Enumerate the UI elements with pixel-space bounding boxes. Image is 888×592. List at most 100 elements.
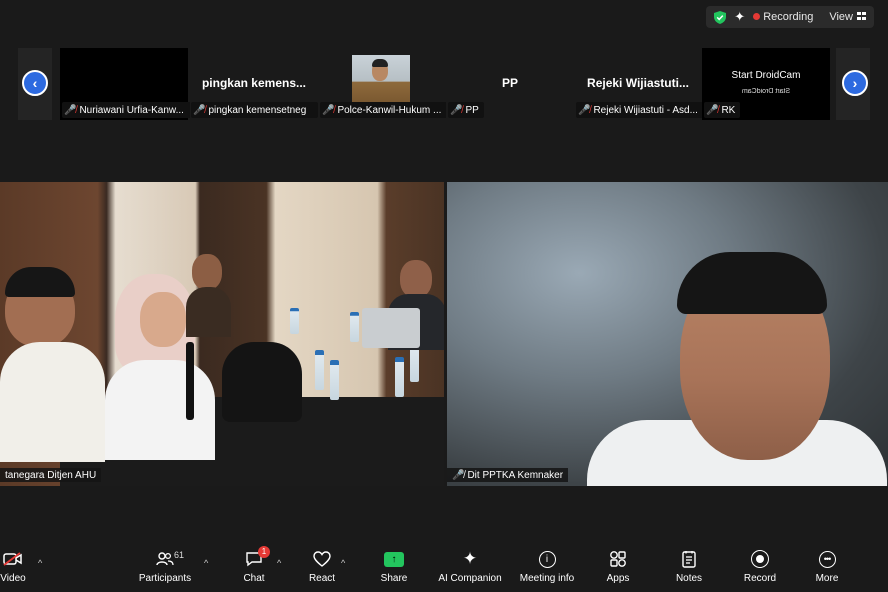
- video-name-label-text: tanegara Ditjen AHU: [5, 469, 97, 481]
- meeting-info-button[interactable]: i Meeting info: [512, 548, 582, 584]
- participant-label: 🎤̸ Nuriawani Urfia-Kanw...: [62, 102, 192, 118]
- ai-companion-sparkle-icon: ✦: [462, 549, 478, 568]
- react-button[interactable]: React: [287, 548, 357, 584]
- participant-label: 🎤̸ Rejeki Wijiastuti - Asd...: [576, 102, 706, 118]
- apps-icon: [583, 548, 653, 570]
- participant-gallery-strip: ‹ 🎤̸ Nuriawani Urfia-Kanw... pingkan keme…: [0, 36, 888, 176]
- mic-muted-icon: 🎤̸: [450, 104, 463, 116]
- view-label: View: [829, 11, 853, 23]
- recording-indicator[interactable]: Recording: [753, 11, 813, 23]
- chevron-left-icon: ‹: [32, 75, 38, 91]
- participant-label-text: Nuriawani Urfia-Kanw...: [79, 104, 184, 116]
- chat-unread-badge: 1: [258, 546, 270, 558]
- more-button[interactable]: ••• More: [792, 548, 862, 584]
- water-bottle: [350, 312, 359, 342]
- video-name-label-text: Dit PPTKA Kemnaker: [467, 469, 564, 481]
- main-video-left[interactable]: tanegara Ditjen AHU: [0, 182, 444, 486]
- microphone: [186, 342, 194, 420]
- record-icon: [751, 550, 769, 568]
- participant-tile-name: Rejeki Wijiastuti...: [587, 76, 689, 90]
- participant-label-text: RK: [721, 104, 736, 116]
- person-shirt: [0, 342, 105, 462]
- more-icon-wrap: •••: [792, 548, 862, 570]
- top-bar: ✦ Recording View: [0, 0, 888, 36]
- gallery-next-button[interactable]: ›: [842, 70, 868, 96]
- chat-label: Chat: [243, 573, 265, 584]
- participant-hair: [372, 59, 388, 67]
- participants-button[interactable]: 61 Participants: [130, 548, 200, 584]
- share-arrow-icon: ↑: [384, 551, 404, 567]
- mic-muted-icon: 🎤̸: [452, 469, 465, 481]
- record-label: Record: [743, 573, 777, 584]
- react-label: React: [308, 573, 336, 584]
- mic-muted-icon: 🎤̸: [578, 104, 591, 116]
- record-button[interactable]: Record: [725, 548, 795, 584]
- info-icon-wrap: i: [512, 548, 582, 570]
- ai-companion-button[interactable]: ✦ AI Companion: [435, 548, 505, 584]
- participant-label: 🎤̸ PP: [448, 102, 484, 118]
- chevron-right-icon: ›: [852, 75, 858, 91]
- notes-button[interactable]: Notes: [654, 548, 724, 584]
- participant-video-thumbnail: [352, 55, 410, 103]
- participant-tile-name: PP: [501, 76, 518, 90]
- video-name-label: tanegara Ditjen AHU: [0, 468, 102, 482]
- participants-options-caret-icon[interactable]: ^: [204, 558, 208, 568]
- chair: [222, 342, 302, 422]
- video-name-label: 🎤̸ Dit PPTKA Kemnaker: [447, 468, 569, 482]
- participants-label: Participants: [138, 573, 192, 584]
- heart-icon: [287, 548, 357, 570]
- apps-button[interactable]: Apps: [583, 548, 653, 584]
- share-button[interactable]: ↑ Share: [359, 548, 429, 584]
- mic-muted-icon: 🎤̸: [193, 104, 206, 116]
- ai-companion-label: AI Companion: [438, 573, 502, 584]
- person-head: [400, 260, 432, 298]
- person-hair: [5, 267, 75, 297]
- share-icon-wrap: ↑: [359, 548, 429, 570]
- laptop: [362, 308, 420, 348]
- meeting-status-pill: ✦ Recording View: [706, 6, 874, 28]
- shield-icon[interactable]: [714, 10, 727, 24]
- info-icon: i: [538, 550, 556, 568]
- ai-sparkle-icon[interactable]: ✦: [734, 9, 745, 25]
- meeting-toolbar: Video ^ 61 Participants ^ 1 Chat ^ React…: [0, 544, 888, 592]
- mic-muted-icon: 🎤̸: [322, 104, 335, 116]
- participants-icon: 61: [130, 548, 200, 570]
- droidcam-overlay-text: Start DroidCam: [731, 70, 801, 81]
- view-button[interactable]: View: [829, 11, 866, 23]
- record-icon-wrap: [725, 548, 795, 570]
- gallery-prev-button[interactable]: ‹: [22, 70, 48, 96]
- participant-label: 🎤̸ RK: [704, 102, 740, 118]
- video-options-caret-icon[interactable]: ^: [38, 558, 42, 568]
- person-face: [140, 292, 186, 347]
- participant-label: 🎤̸ Polce-Kanwil-Hukum ...: [320, 102, 450, 118]
- more-label: More: [815, 573, 839, 584]
- recording-label: Recording: [763, 11, 814, 23]
- video-label: Video: [0, 573, 26, 584]
- share-label: Share: [380, 573, 408, 584]
- person-blouse: [105, 360, 215, 460]
- water-bottle: [315, 350, 324, 390]
- main-video-right[interactable]: 🎤̸ Dit PPTKA Kemnaker: [447, 182, 888, 486]
- chat-options-caret-icon[interactable]: ^: [277, 558, 281, 568]
- water-bottle: [330, 360, 339, 400]
- participant-label-text: Polce-Kanwil-Hukum ...: [337, 104, 442, 116]
- water-bottle: [290, 308, 299, 334]
- notes-icon: [654, 548, 724, 570]
- person-head: [192, 254, 222, 290]
- recording-dot-icon: [753, 13, 761, 20]
- person-hair: [677, 252, 827, 314]
- participant-label-text: PP: [465, 104, 479, 116]
- participant-tile-name: pingkan kemens...: [201, 76, 307, 90]
- apps-label: Apps: [606, 573, 630, 584]
- participants-count: 61: [174, 550, 185, 560]
- meeting-info-label: Meeting info: [519, 573, 575, 584]
- more-dots-icon: •••: [818, 550, 836, 568]
- participant-label-text: pingkan kemensetneg: [208, 104, 307, 116]
- droidcam-mirrored-text: Start DroidCam: [741, 88, 791, 95]
- notes-label: Notes: [675, 573, 703, 584]
- water-bottle: [395, 357, 404, 397]
- react-options-caret-icon[interactable]: ^: [341, 558, 345, 568]
- mic-muted-icon: 🎤̸: [706, 104, 719, 116]
- participant-label-text: Rejeki Wijiastuti - Asd...: [593, 104, 698, 116]
- participant-label: 🎤̸ pingkan kemensetneg: [191, 102, 318, 118]
